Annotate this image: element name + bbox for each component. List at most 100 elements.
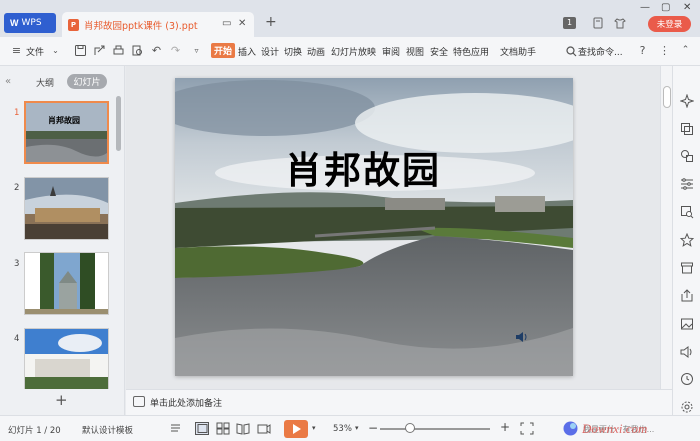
volume-icon[interactable] (680, 345, 694, 359)
wps-tab-label: WPS (21, 18, 42, 28)
window-close-icon[interactable]: ✕ (683, 2, 691, 13)
more-options-icon[interactable]: ⋮ (658, 44, 671, 57)
picture-icon[interactable] (680, 317, 694, 331)
thumb-number: 4 (14, 334, 20, 344)
template-name[interactable]: 默认设计模板 (82, 424, 133, 436)
notes-placeholder[interactable]: 单击此处添加备注 (150, 396, 222, 409)
new-tab-icon[interactable]: + (265, 14, 277, 30)
zoom-level[interactable]: 53% (333, 424, 352, 434)
command-search[interactable]: 查找命令... (578, 45, 623, 58)
tab-design[interactable]: 设计 (261, 45, 279, 58)
redo-icon[interactable]: ↷ (169, 44, 182, 57)
slide-counter: 幻灯片 1 / 20 (8, 426, 61, 436)
image-search-icon[interactable] (680, 205, 694, 219)
thumbnail-image (25, 253, 108, 314)
print-icon[interactable] (112, 44, 125, 57)
pin-icon[interactable]: ▭ (222, 18, 231, 29)
thumbnail-image (25, 178, 108, 239)
add-slide-icon[interactable]: + (55, 391, 68, 409)
help-icon[interactable]: ? (636, 44, 649, 57)
speaker-icon[interactable] (515, 331, 529, 343)
thumbnail-caption: 肖邦故园 (48, 116, 80, 125)
slide-thumbnail-4[interactable] (24, 328, 109, 391)
more-icon[interactable]: ▿ (190, 44, 203, 57)
login-button[interactable]: 未登录 (648, 16, 691, 32)
tab-outline[interactable]: 大纲 (36, 76, 54, 89)
shirt-icon[interactable] (614, 17, 626, 29)
slide-title[interactable]: 肖邦故园 (285, 140, 441, 194)
slide-thumbnail-1[interactable]: 肖邦故园 (24, 101, 109, 164)
status-bar: 幻灯片 1 / 20 默认设计模板 ▾ 53% ▾ − + 我是更什 · 有我也… (0, 415, 700, 441)
tab-insert[interactable]: 插入 (238, 45, 256, 58)
tab-transition[interactable]: 切换 (284, 45, 302, 58)
canvas-scrollbar[interactable] (660, 66, 672, 389)
badge-count[interactable]: 1 (563, 17, 576, 29)
tab-doc-assistant[interactable]: 文档助手 (500, 45, 536, 58)
slide-thumbnail-3[interactable] (24, 252, 109, 315)
print-preview-icon[interactable] (131, 44, 144, 57)
slide-canvas: 肖邦故园 (126, 66, 660, 389)
zoom-out-icon[interactable]: − (368, 421, 378, 435)
tab-features[interactable]: 特色应用 (453, 45, 489, 58)
scrollbar-thumb[interactable] (663, 86, 671, 108)
document-tab-title: 肖邦故园pptk课件 (3).ppt (84, 20, 198, 32)
notes-toggle-icon[interactable] (170, 422, 184, 435)
maximize-icon[interactable]: ▢ (661, 2, 670, 13)
play-slideshow-button[interactable] (284, 420, 308, 438)
tab-animation[interactable]: 动画 (307, 45, 325, 58)
skin-icon[interactable] (592, 17, 604, 29)
panel-footer: + (0, 389, 125, 415)
minimize-icon[interactable]: — (640, 2, 650, 13)
notes-bar[interactable]: 单击此处添加备注 (126, 389, 672, 415)
watermark-text: Downxi.com (582, 421, 648, 436)
slide-panel: « 大纲 幻灯片 1 肖邦故园 2 3 4 (0, 66, 125, 391)
hamburger-menu-icon[interactable]: ≡ (10, 44, 23, 57)
shapes-icon[interactable] (680, 149, 694, 163)
document-tab[interactable]: P 肖邦故园pptk课件 (3).ppt ▭ ✕ (62, 12, 254, 37)
share-icon[interactable] (680, 289, 694, 303)
presenter-icon[interactable] (257, 422, 271, 435)
thumb-number: 2 (14, 183, 20, 193)
tab-review[interactable]: 审阅 (382, 45, 400, 58)
tab-slides[interactable]: 幻灯片 (67, 74, 107, 89)
tab-security[interactable]: 安全 (430, 45, 448, 58)
close-tab-icon[interactable]: ✕ (238, 18, 246, 29)
export-icon[interactable] (93, 44, 106, 57)
zoom-in-icon[interactable]: + (500, 420, 510, 434)
collapse-panel-icon[interactable]: « (5, 76, 11, 87)
archive-icon[interactable] (680, 261, 694, 275)
menu-bar: ≡ 文件 ⌄ ↶ ↷ ▿ 开始 插入 设计 切换 动画 幻灯片放映 审阅 视图 … (0, 37, 700, 66)
play-options-chevron-icon[interactable]: ▾ (312, 424, 316, 432)
time-icon[interactable] (680, 372, 694, 386)
tab-slideshow[interactable]: 幻灯片放映 (331, 45, 376, 58)
magic-icon[interactable] (680, 94, 694, 108)
wps-logo-icon: W (10, 18, 19, 28)
normal-view-icon[interactable] (195, 422, 209, 435)
save-icon[interactable] (74, 44, 87, 57)
zoom-slider-knob[interactable] (405, 423, 415, 433)
collapse-ribbon-icon[interactable]: ⌃ (679, 44, 692, 57)
tab-home[interactable]: 开始 (211, 43, 235, 58)
properties-icon[interactable] (680, 177, 694, 191)
current-slide[interactable]: 肖邦故园 (175, 78, 573, 376)
wps-home-tab[interactable]: W WPS (4, 13, 56, 33)
reading-view-icon[interactable] (236, 422, 250, 435)
assistant-logo-icon[interactable] (563, 421, 578, 436)
zoom-slider[interactable] (380, 428, 490, 430)
fit-window-icon[interactable] (520, 422, 534, 435)
thumbnail-image (26, 103, 107, 162)
slide-sorter-icon[interactable] (216, 422, 230, 435)
slide-thumbnail-2[interactable] (24, 177, 109, 240)
ppt-file-icon: P (68, 18, 79, 31)
thumbnail-scrollbar[interactable] (116, 96, 121, 151)
chevron-down-icon[interactable]: ⌄ (49, 44, 62, 57)
search-icon[interactable] (566, 46, 577, 57)
tab-view[interactable]: 视图 (406, 45, 424, 58)
star-icon[interactable] (680, 233, 694, 247)
thumbnail-image (25, 329, 108, 390)
file-menu[interactable]: 文件 (26, 45, 44, 58)
settings-icon[interactable] (680, 400, 694, 414)
zoom-chevron-icon[interactable]: ▾ (355, 424, 359, 432)
undo-icon[interactable]: ↶ (150, 44, 163, 57)
copy-icon[interactable] (680, 122, 694, 136)
